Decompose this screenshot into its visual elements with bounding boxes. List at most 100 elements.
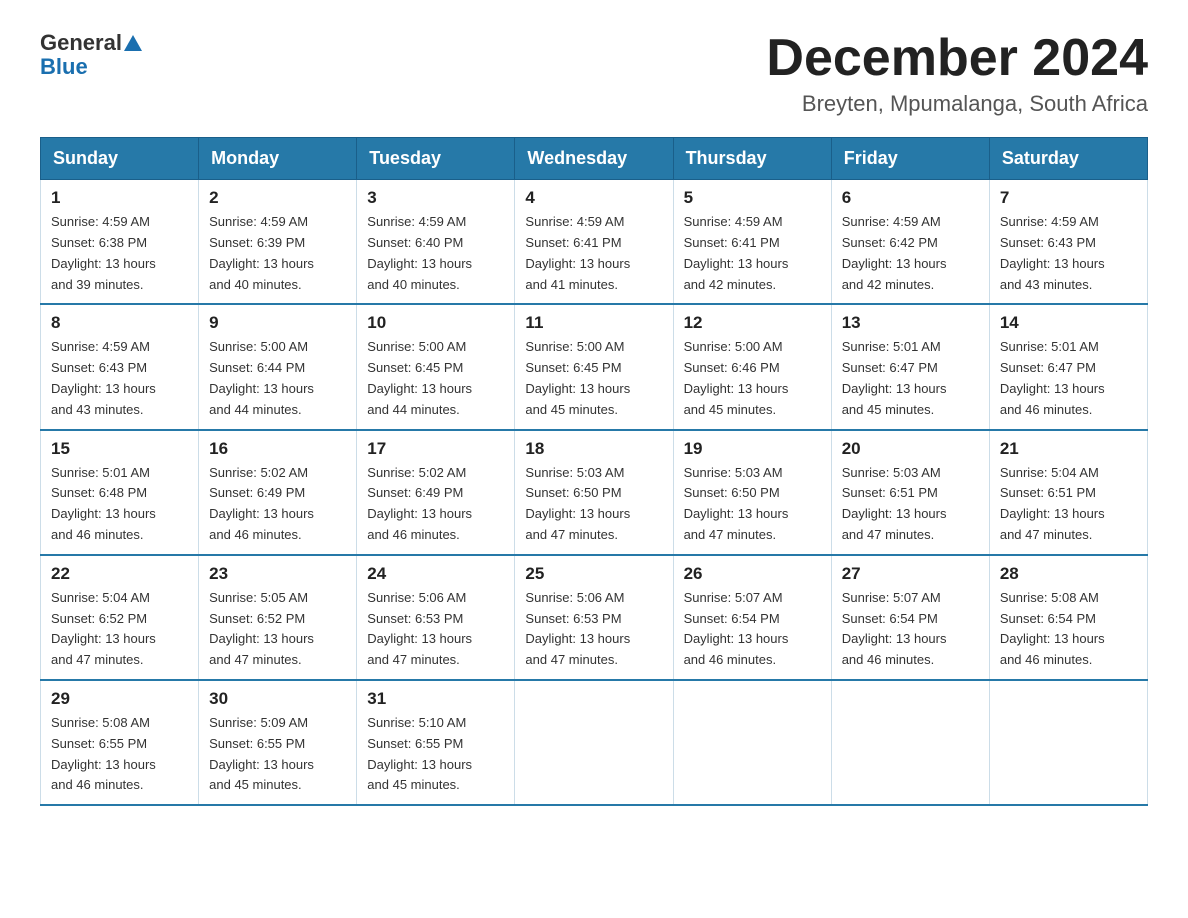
day-info: Sunrise: 4:59 AM Sunset: 6:41 PM Dayligh… — [684, 212, 821, 295]
day-number: 21 — [1000, 439, 1137, 459]
calendar-cell: 8 Sunrise: 4:59 AM Sunset: 6:43 PM Dayli… — [41, 304, 199, 429]
calendar-cell: 30 Sunrise: 5:09 AM Sunset: 6:55 PM Dayl… — [199, 680, 357, 805]
col-wednesday: Wednesday — [515, 138, 673, 180]
day-info: Sunrise: 5:03 AM Sunset: 6:51 PM Dayligh… — [842, 463, 979, 546]
day-number: 18 — [525, 439, 662, 459]
logo-blue-text: Blue — [40, 54, 88, 80]
day-number: 4 — [525, 188, 662, 208]
day-info: Sunrise: 5:06 AM Sunset: 6:53 PM Dayligh… — [367, 588, 504, 671]
day-info: Sunrise: 5:04 AM Sunset: 6:52 PM Dayligh… — [51, 588, 188, 671]
day-number: 17 — [367, 439, 504, 459]
calendar-cell: 9 Sunrise: 5:00 AM Sunset: 6:44 PM Dayli… — [199, 304, 357, 429]
day-info: Sunrise: 4:59 AM Sunset: 6:38 PM Dayligh… — [51, 212, 188, 295]
calendar-cell — [515, 680, 673, 805]
calendar-cell: 31 Sunrise: 5:10 AM Sunset: 6:55 PM Dayl… — [357, 680, 515, 805]
day-number: 25 — [525, 564, 662, 584]
calendar-cell: 23 Sunrise: 5:05 AM Sunset: 6:52 PM Dayl… — [199, 555, 357, 680]
calendar-cell: 14 Sunrise: 5:01 AM Sunset: 6:47 PM Dayl… — [989, 304, 1147, 429]
day-number: 14 — [1000, 313, 1137, 333]
calendar-cell: 27 Sunrise: 5:07 AM Sunset: 6:54 PM Dayl… — [831, 555, 989, 680]
calendar-cell: 15 Sunrise: 5:01 AM Sunset: 6:48 PM Dayl… — [41, 430, 199, 555]
calendar-cell — [831, 680, 989, 805]
calendar-week-row: 1 Sunrise: 4:59 AM Sunset: 6:38 PM Dayli… — [41, 180, 1148, 305]
day-number: 20 — [842, 439, 979, 459]
day-info: Sunrise: 5:07 AM Sunset: 6:54 PM Dayligh… — [842, 588, 979, 671]
calendar-cell: 3 Sunrise: 4:59 AM Sunset: 6:40 PM Dayli… — [357, 180, 515, 305]
calendar-cell: 18 Sunrise: 5:03 AM Sunset: 6:50 PM Dayl… — [515, 430, 673, 555]
page-header: General Blue December 2024 Breyten, Mpum… — [40, 30, 1148, 117]
day-number: 24 — [367, 564, 504, 584]
calendar-week-row: 22 Sunrise: 5:04 AM Sunset: 6:52 PM Dayl… — [41, 555, 1148, 680]
month-year-title: December 2024 — [766, 30, 1148, 87]
day-info: Sunrise: 4:59 AM Sunset: 6:39 PM Dayligh… — [209, 212, 346, 295]
day-number: 29 — [51, 689, 188, 709]
day-info: Sunrise: 4:59 AM Sunset: 6:40 PM Dayligh… — [367, 212, 504, 295]
day-number: 1 — [51, 188, 188, 208]
calendar-cell: 16 Sunrise: 5:02 AM Sunset: 6:49 PM Dayl… — [199, 430, 357, 555]
day-info: Sunrise: 5:08 AM Sunset: 6:54 PM Dayligh… — [1000, 588, 1137, 671]
day-number: 31 — [367, 689, 504, 709]
calendar-cell: 29 Sunrise: 5:08 AM Sunset: 6:55 PM Dayl… — [41, 680, 199, 805]
day-number: 22 — [51, 564, 188, 584]
calendar-cell — [673, 680, 831, 805]
day-info: Sunrise: 4:59 AM Sunset: 6:43 PM Dayligh… — [1000, 212, 1137, 295]
day-number: 13 — [842, 313, 979, 333]
day-info: Sunrise: 5:06 AM Sunset: 6:53 PM Dayligh… — [525, 588, 662, 671]
day-info: Sunrise: 5:01 AM Sunset: 6:48 PM Dayligh… — [51, 463, 188, 546]
day-number: 12 — [684, 313, 821, 333]
day-info: Sunrise: 5:00 AM Sunset: 6:44 PM Dayligh… — [209, 337, 346, 420]
calendar-cell: 21 Sunrise: 5:04 AM Sunset: 6:51 PM Dayl… — [989, 430, 1147, 555]
day-number: 6 — [842, 188, 979, 208]
day-number: 2 — [209, 188, 346, 208]
calendar-header-row: Sunday Monday Tuesday Wednesday Thursday… — [41, 138, 1148, 180]
location-subtitle: Breyten, Mpumalanga, South Africa — [766, 91, 1148, 117]
day-info: Sunrise: 4:59 AM Sunset: 6:43 PM Dayligh… — [51, 337, 188, 420]
calendar-cell: 17 Sunrise: 5:02 AM Sunset: 6:49 PM Dayl… — [357, 430, 515, 555]
day-number: 11 — [525, 313, 662, 333]
calendar-cell: 24 Sunrise: 5:06 AM Sunset: 6:53 PM Dayl… — [357, 555, 515, 680]
day-info: Sunrise: 5:07 AM Sunset: 6:54 PM Dayligh… — [684, 588, 821, 671]
calendar-cell: 19 Sunrise: 5:03 AM Sunset: 6:50 PM Dayl… — [673, 430, 831, 555]
calendar-cell: 25 Sunrise: 5:06 AM Sunset: 6:53 PM Dayl… — [515, 555, 673, 680]
day-info: Sunrise: 4:59 AM Sunset: 6:41 PM Dayligh… — [525, 212, 662, 295]
day-number: 9 — [209, 313, 346, 333]
day-info: Sunrise: 5:03 AM Sunset: 6:50 PM Dayligh… — [684, 463, 821, 546]
calendar-week-row: 8 Sunrise: 4:59 AM Sunset: 6:43 PM Dayli… — [41, 304, 1148, 429]
day-info: Sunrise: 5:08 AM Sunset: 6:55 PM Dayligh… — [51, 713, 188, 796]
calendar-cell — [989, 680, 1147, 805]
day-number: 26 — [684, 564, 821, 584]
calendar-cell: 26 Sunrise: 5:07 AM Sunset: 6:54 PM Dayl… — [673, 555, 831, 680]
calendar-cell: 12 Sunrise: 5:00 AM Sunset: 6:46 PM Dayl… — [673, 304, 831, 429]
day-number: 8 — [51, 313, 188, 333]
day-number: 5 — [684, 188, 821, 208]
calendar-week-row: 15 Sunrise: 5:01 AM Sunset: 6:48 PM Dayl… — [41, 430, 1148, 555]
day-number: 15 — [51, 439, 188, 459]
day-info: Sunrise: 5:04 AM Sunset: 6:51 PM Dayligh… — [1000, 463, 1137, 546]
day-number: 16 — [209, 439, 346, 459]
day-number: 27 — [842, 564, 979, 584]
day-number: 10 — [367, 313, 504, 333]
col-saturday: Saturday — [989, 138, 1147, 180]
calendar-cell: 22 Sunrise: 5:04 AM Sunset: 6:52 PM Dayl… — [41, 555, 199, 680]
day-number: 30 — [209, 689, 346, 709]
calendar-cell: 7 Sunrise: 4:59 AM Sunset: 6:43 PM Dayli… — [989, 180, 1147, 305]
calendar-cell: 28 Sunrise: 5:08 AM Sunset: 6:54 PM Dayl… — [989, 555, 1147, 680]
logo: General Blue — [40, 30, 142, 80]
day-number: 7 — [1000, 188, 1137, 208]
col-thursday: Thursday — [673, 138, 831, 180]
calendar-cell: 4 Sunrise: 4:59 AM Sunset: 6:41 PM Dayli… — [515, 180, 673, 305]
day-number: 3 — [367, 188, 504, 208]
day-info: Sunrise: 5:02 AM Sunset: 6:49 PM Dayligh… — [367, 463, 504, 546]
day-info: Sunrise: 5:09 AM Sunset: 6:55 PM Dayligh… — [209, 713, 346, 796]
col-friday: Friday — [831, 138, 989, 180]
calendar-cell: 10 Sunrise: 5:00 AM Sunset: 6:45 PM Dayl… — [357, 304, 515, 429]
calendar-cell: 1 Sunrise: 4:59 AM Sunset: 6:38 PM Dayli… — [41, 180, 199, 305]
col-sunday: Sunday — [41, 138, 199, 180]
day-number: 28 — [1000, 564, 1137, 584]
day-info: Sunrise: 5:05 AM Sunset: 6:52 PM Dayligh… — [209, 588, 346, 671]
day-info: Sunrise: 5:00 AM Sunset: 6:45 PM Dayligh… — [525, 337, 662, 420]
calendar-cell: 20 Sunrise: 5:03 AM Sunset: 6:51 PM Dayl… — [831, 430, 989, 555]
calendar-week-row: 29 Sunrise: 5:08 AM Sunset: 6:55 PM Dayl… — [41, 680, 1148, 805]
day-info: Sunrise: 5:03 AM Sunset: 6:50 PM Dayligh… — [525, 463, 662, 546]
col-tuesday: Tuesday — [357, 138, 515, 180]
